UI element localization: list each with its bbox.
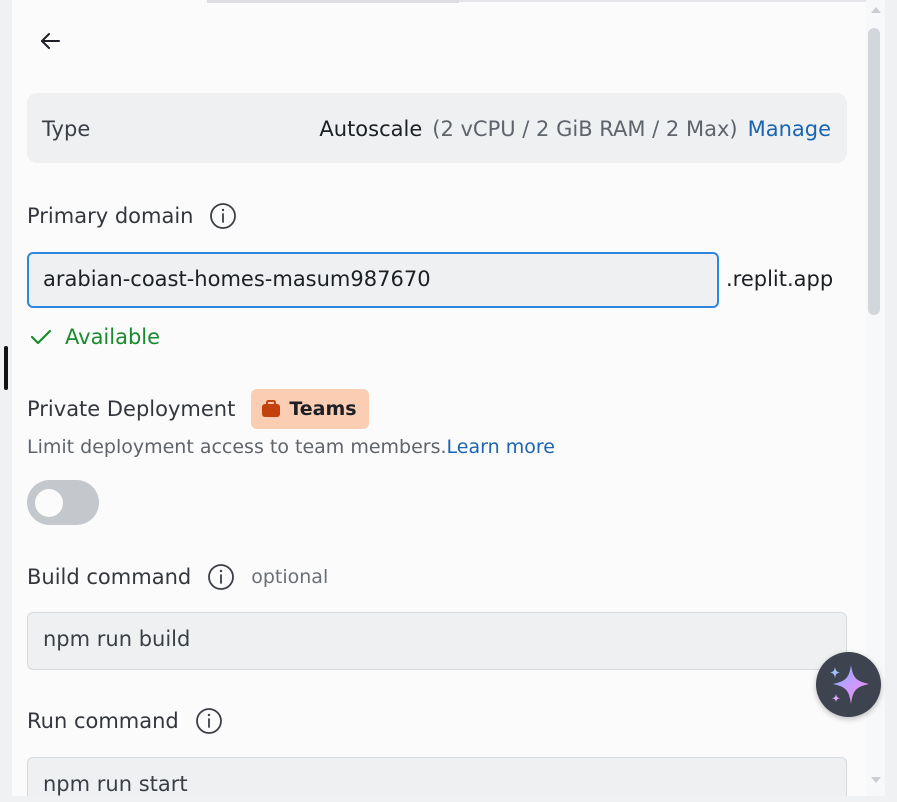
deployment-settings-panel: Type Autoscale (2 vCPU / 2 GiB RAM / 2 Ma… bbox=[12, 0, 885, 796]
learn-more-link[interactable]: Learn more bbox=[447, 436, 555, 458]
type-spec: (2 vCPU / 2 GiB RAM / 2 Max) bbox=[432, 117, 738, 141]
build-command-label-row: Build command optional bbox=[27, 563, 328, 591]
domain-availability-status: Available bbox=[29, 325, 160, 349]
type-value: Autoscale (2 vCPU / 2 GiB RAM / 2 Max) Man… bbox=[319, 117, 831, 141]
type-value-main: Autoscale bbox=[319, 117, 423, 141]
tab-edge bbox=[207, 0, 459, 3]
briefcase-icon bbox=[261, 400, 281, 418]
info-icon[interactable] bbox=[207, 563, 235, 591]
primary-domain-label: Primary domain bbox=[27, 204, 194, 228]
private-deployment-label: Private Deployment bbox=[27, 397, 236, 421]
private-description-text: Limit deployment access to team members. bbox=[27, 436, 447, 458]
private-deployment-description: Limit deployment access to team members.… bbox=[27, 436, 555, 458]
run-command-label: Run command bbox=[27, 709, 179, 733]
arrow-left-icon bbox=[41, 33, 60, 49]
private-deployment-row: Private Deployment Teams bbox=[27, 389, 369, 429]
run-command-input[interactable]: npm run start bbox=[27, 757, 847, 796]
primary-domain-label-row: Primary domain bbox=[27, 202, 237, 230]
optional-label: optional bbox=[251, 566, 329, 588]
panel-resize-handle[interactable] bbox=[4, 346, 8, 390]
primary-domain-input[interactable]: arabian-coast-homes-masum987670 bbox=[27, 252, 719, 308]
type-label: Type bbox=[42, 117, 91, 141]
available-text: Available bbox=[65, 325, 161, 349]
build-command-input[interactable]: npm run build bbox=[27, 612, 847, 670]
check-icon bbox=[29, 325, 53, 349]
ai-assistant-button[interactable] bbox=[816, 652, 881, 717]
build-command-label: Build command bbox=[27, 565, 192, 589]
toggle-knob bbox=[35, 489, 63, 517]
run-command-label-row: Run command bbox=[27, 707, 223, 735]
domain-suffix: .replit.app bbox=[726, 267, 834, 291]
panel-top-border bbox=[459, 0, 885, 2]
teams-badge: Teams bbox=[251, 389, 369, 429]
back-button[interactable] bbox=[34, 25, 66, 57]
teams-badge-label: Teams bbox=[289, 398, 357, 420]
private-deployment-toggle[interactable] bbox=[27, 480, 99, 525]
info-icon[interactable] bbox=[209, 202, 237, 230]
manage-link[interactable]: Manage bbox=[748, 117, 831, 141]
sparkle-icon bbox=[829, 664, 869, 704]
scroll-down-arrow-icon[interactable] bbox=[866, 776, 885, 790]
type-card: Type Autoscale (2 vCPU / 2 GiB RAM / 2 Ma… bbox=[27, 93, 847, 163]
info-icon[interactable] bbox=[195, 707, 223, 735]
scrollbar-thumb[interactable] bbox=[868, 28, 880, 315]
scroll-up-arrow-icon[interactable] bbox=[866, 6, 885, 20]
